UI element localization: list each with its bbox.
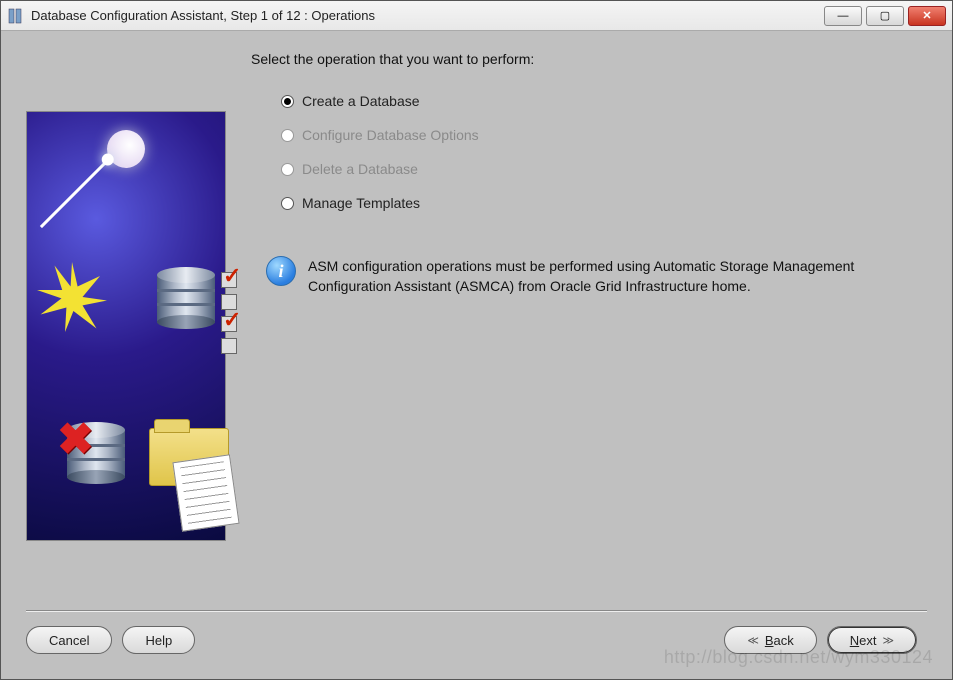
option-label: Delete a Database (302, 161, 418, 177)
close-button[interactable]: ✕ (908, 6, 946, 26)
option-label: Create a Database (302, 93, 420, 109)
client-area: ✖ Select the operation that you want to … (1, 31, 952, 679)
window-frame: Database Configuration Assistant, Step 1… (0, 0, 953, 680)
option-manage-templates[interactable]: Manage Templates (281, 186, 479, 220)
window-controls: — ▢ ✕ (824, 6, 946, 26)
option-delete-database: Delete a Database (281, 152, 479, 186)
button-label: Help (145, 633, 172, 648)
titlebar: Database Configuration Assistant, Step 1… (1, 1, 952, 31)
option-configure-database: Configure Database Options (281, 118, 479, 152)
maximize-button[interactable]: ▢ (866, 6, 904, 26)
separator (26, 610, 927, 612)
button-label: Back (765, 633, 794, 648)
option-label: Manage Templates (302, 195, 420, 211)
next-button[interactable]: Next ≫ (827, 626, 917, 654)
info-text: ASM configuration operations must be per… (308, 256, 927, 297)
option-create-database[interactable]: Create a Database (281, 84, 479, 118)
radio-icon (281, 95, 294, 108)
info-icon: i (266, 256, 296, 286)
radio-icon (281, 129, 294, 142)
chevron-right-icon: ≫ (882, 634, 894, 647)
radio-icon (281, 197, 294, 210)
wizard-side-image: ✖ (26, 111, 226, 541)
info-panel: i ASM configuration operations must be p… (266, 256, 927, 297)
cancel-button[interactable]: Cancel (26, 626, 112, 654)
radio-icon (281, 163, 294, 176)
app-icon (7, 7, 25, 25)
button-label: Next (850, 633, 877, 648)
option-label: Configure Database Options (302, 127, 479, 143)
operation-options: Create a Database Configure Database Opt… (281, 84, 479, 220)
minimize-button[interactable]: — (824, 6, 862, 26)
chevron-left-icon: ≪ (747, 634, 759, 647)
button-label: Cancel (49, 633, 89, 648)
prompt-text: Select the operation that you want to pe… (251, 51, 534, 67)
back-button[interactable]: ≪ Back (724, 626, 816, 654)
help-button[interactable]: Help (122, 626, 195, 654)
window-title: Database Configuration Assistant, Step 1… (31, 8, 824, 23)
button-bar: Cancel Help ≪ Back Next ≫ (26, 624, 927, 656)
